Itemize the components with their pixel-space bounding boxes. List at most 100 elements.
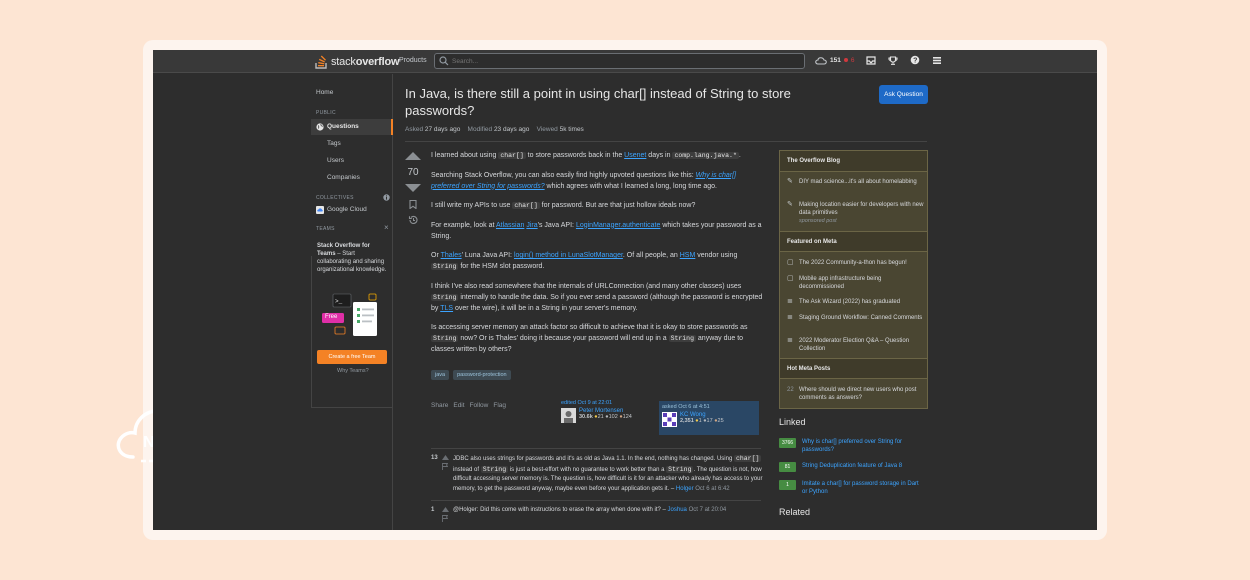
comment-flag-icon[interactable] bbox=[442, 515, 448, 522]
divider bbox=[405, 141, 927, 142]
tag-password-protection[interactable]: password-protection bbox=[453, 370, 511, 380]
products-link[interactable]: Products bbox=[399, 57, 427, 64]
info-icon[interactable] bbox=[383, 194, 390, 201]
luna-login-link[interactable]: login() method in LunaSlotManager bbox=[514, 252, 623, 259]
inline-code: String bbox=[431, 293, 459, 301]
nav-home[interactable]: Home bbox=[316, 89, 333, 96]
text: . Of all people, an bbox=[622, 252, 680, 259]
thales-link[interactable]: Thales bbox=[441, 252, 462, 259]
browser-screen: stackoverflow Products 151 6 ? Home PUBL… bbox=[153, 50, 1097, 530]
comment-upvote-icon[interactable] bbox=[442, 507, 449, 512]
search-box[interactable] bbox=[434, 53, 805, 69]
text: 's Java API: bbox=[537, 221, 576, 229]
downvote-icon[interactable] bbox=[405, 184, 421, 192]
post-menu: Share Edit Follow Flag bbox=[431, 402, 506, 409]
site-logo[interactable]: stackoverflow bbox=[315, 53, 400, 70]
stack-exchange-icon: ≣ bbox=[787, 298, 793, 305]
avatar[interactable] bbox=[662, 412, 677, 427]
text: over the wire), it will be in a String i… bbox=[453, 304, 638, 312]
meta-item-title[interactable]: Mobile app infrastructure being decommis… bbox=[799, 275, 925, 291]
meta-heading: Featured on Meta bbox=[780, 231, 927, 252]
search-input[interactable] bbox=[449, 57, 789, 65]
bronze-count: 6 bbox=[850, 56, 855, 64]
meta-item-title[interactable]: The 2022 Community-a-thon has begun! bbox=[799, 259, 925, 267]
linked-title[interactable]: Imitate a char[] for password storage in… bbox=[802, 480, 922, 496]
linked-title[interactable]: String Deduplication feature of Java 8 bbox=[802, 462, 922, 470]
ask-question-button[interactable]: Ask Question bbox=[879, 85, 928, 104]
hot-count: 22 bbox=[787, 387, 794, 393]
bookmark-icon[interactable] bbox=[409, 200, 417, 209]
tag-java[interactable]: java bbox=[431, 370, 450, 380]
tag-list: java password-protection bbox=[431, 370, 511, 380]
edited-time[interactable]: edited Oct 9 at 22:01 bbox=[561, 400, 656, 406]
inline-code: String bbox=[431, 335, 459, 342]
create-team-button[interactable]: Create a free Team bbox=[317, 350, 387, 364]
linked-item[interactable]: 81 String Deduplication feature of Java 8 bbox=[779, 462, 928, 472]
linked-item[interactable]: 3766 Why is char[] preferred over String … bbox=[779, 438, 928, 456]
history-icon[interactable] bbox=[408, 215, 418, 225]
user-rep[interactable]: 151 6 bbox=[815, 56, 854, 65]
hsm-link[interactable]: HSM bbox=[680, 252, 696, 259]
flag-link[interactable]: Flag bbox=[493, 402, 506, 409]
top-bar: stackoverflow Products 151 6 ? bbox=[153, 50, 1097, 73]
modified-label: Modified bbox=[467, 126, 493, 133]
trophy-icon[interactable] bbox=[888, 55, 899, 65]
bronze-dot-icon bbox=[843, 58, 848, 62]
post-paragraph: Is accessing server memory an attack fac… bbox=[431, 322, 764, 355]
avatar[interactable] bbox=[561, 408, 576, 423]
atlassian-link[interactable]: Atlassian bbox=[496, 222, 524, 229]
nav-tags[interactable]: Tags bbox=[327, 140, 341, 147]
comments-divider bbox=[431, 448, 761, 449]
share-link[interactable]: Share bbox=[431, 402, 448, 409]
help-icon[interactable]: ? bbox=[910, 55, 920, 65]
upvote-icon[interactable] bbox=[405, 152, 421, 160]
vote-count: 70 bbox=[407, 167, 419, 178]
inline-code: comp.lang.java.* bbox=[672, 152, 739, 159]
comment-text: JDBC also uses strings for passwords and… bbox=[453, 454, 763, 494]
inline-code: String bbox=[668, 335, 696, 342]
comment-date[interactable]: Oct 7 at 20:04 bbox=[689, 507, 727, 513]
text: For example, look at bbox=[431, 221, 496, 229]
inbox-icon[interactable] bbox=[866, 55, 877, 65]
stack-exchange-icon: ≣ bbox=[787, 314, 793, 321]
blog-item-title[interactable]: DIY mad science...it's all about homelab… bbox=[799, 178, 925, 186]
linked-title[interactable]: Why is char[] preferred over String for … bbox=[802, 438, 922, 454]
text: vendor using bbox=[695, 252, 738, 259]
login-manager-link[interactable]: LoginManager.authenticate bbox=[576, 222, 660, 229]
nav-companies[interactable]: Companies bbox=[327, 174, 360, 181]
meta-item-title[interactable]: The Ask Wizard (2022) has graduated bbox=[799, 298, 925, 306]
comment-text: @Holger: Did this come with instructions… bbox=[453, 506, 763, 516]
why-teams-link[interactable]: Why Teams? bbox=[337, 368, 369, 374]
hot-meta-heading: Hot Meta Posts bbox=[780, 358, 927, 379]
blog-item-title[interactable]: Making location easier for developers wi… bbox=[799, 202, 923, 216]
reputation-value: 151 bbox=[830, 56, 841, 64]
modified-value[interactable]: 23 days ago bbox=[494, 126, 529, 133]
nav-questions[interactable]: Questions bbox=[327, 123, 359, 130]
comment-user[interactable]: Holger bbox=[676, 486, 694, 492]
comment-user[interactable]: Joshua bbox=[668, 507, 687, 513]
meta-item-title[interactable]: 2022 Moderator Election Q&A – Question C… bbox=[799, 337, 925, 353]
usenet-link[interactable]: Usenet bbox=[624, 152, 646, 159]
text: which agrees with what I learned a long,… bbox=[544, 182, 717, 190]
comment-upvote-icon[interactable] bbox=[442, 455, 449, 460]
tls-link[interactable]: TLS bbox=[440, 305, 453, 312]
owner-rep: 2,351 bbox=[680, 418, 694, 424]
nav-google-cloud[interactable]: Google Cloud bbox=[327, 206, 367, 213]
site-switcher-icon[interactable] bbox=[932, 56, 942, 65]
close-icon[interactable]: × bbox=[384, 223, 389, 232]
hot-meta-title[interactable]: Where should we direct new users who pos… bbox=[799, 386, 925, 402]
comment-flag-icon[interactable] bbox=[442, 463, 448, 470]
post-paragraph: I learned about using char[] to store pa… bbox=[431, 150, 764, 161]
linked-count: 1 bbox=[779, 480, 796, 490]
follow-link[interactable]: Follow bbox=[470, 402, 489, 409]
comment-date[interactable]: Oct 6 at 6:42 bbox=[695, 486, 729, 492]
edit-link[interactable]: Edit bbox=[453, 402, 464, 409]
inline-code: String bbox=[431, 263, 459, 270]
post-paragraph: For example, look at Atlassian Jira's Ja… bbox=[431, 220, 764, 242]
editor-card: edited Oct 9 at 22:01 Peter Mortensen 30… bbox=[561, 400, 656, 435]
meta-item-title[interactable]: Staging Ground Workflow: Canned Comments bbox=[799, 314, 925, 322]
jira-link[interactable]: Jira bbox=[526, 222, 537, 229]
linked-item[interactable]: 1 Imitate a char[] for password storage i… bbox=[779, 480, 928, 498]
owner-card: asked Oct 6 at 4:51 KC Wong 2,351 ●1 ●17… bbox=[659, 401, 759, 435]
nav-users[interactable]: Users bbox=[327, 157, 344, 164]
